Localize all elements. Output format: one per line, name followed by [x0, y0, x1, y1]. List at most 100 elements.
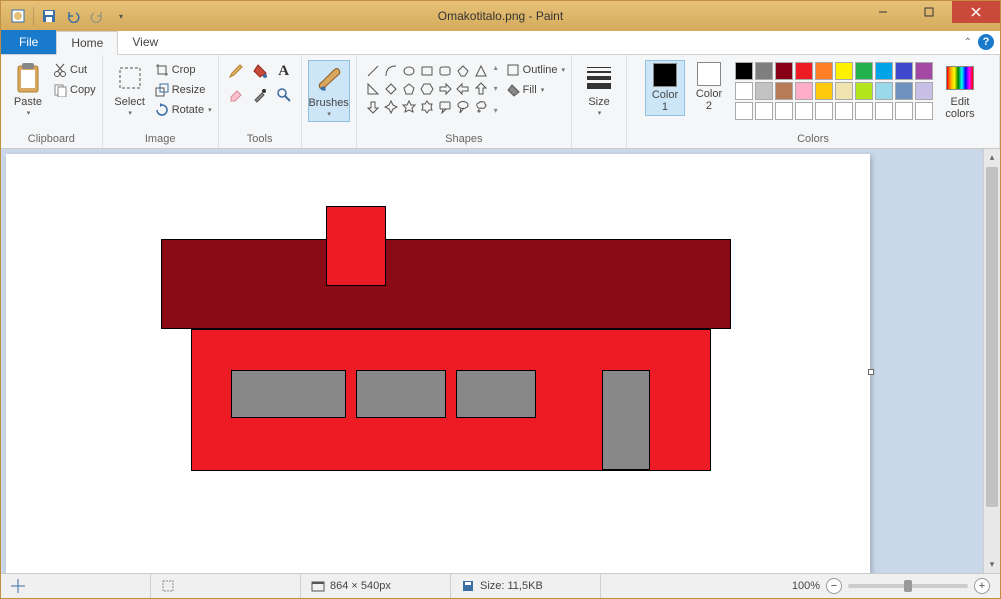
minimize-button[interactable] — [860, 1, 906, 23]
shape-arrow-up[interactable] — [473, 80, 490, 97]
cut-button[interactable]: Cut — [53, 60, 96, 80]
palette-color[interactable] — [915, 102, 933, 120]
magnifier-tool[interactable] — [273, 84, 295, 106]
undo-icon[interactable] — [62, 5, 84, 27]
crop-button[interactable]: Crop — [155, 60, 212, 80]
close-button[interactable] — [952, 1, 1000, 23]
shape-arrow-down[interactable] — [365, 98, 382, 115]
brushes-button[interactable]: Brushes▾ — [308, 60, 350, 122]
text-tool[interactable]: A — [273, 60, 295, 82]
palette-color[interactable] — [835, 62, 853, 80]
scroll-down-icon[interactable]: ▾ — [984, 556, 1000, 573]
redo-icon[interactable] — [86, 5, 108, 27]
palette-color[interactable] — [735, 62, 753, 80]
color2-button[interactable]: Color 2 — [689, 60, 729, 114]
palette-color[interactable] — [775, 62, 793, 80]
pencil-tool[interactable] — [225, 60, 247, 82]
zoom-slider[interactable] — [848, 584, 968, 588]
palette-color[interactable] — [755, 102, 773, 120]
palette-color[interactable] — [895, 102, 913, 120]
help-icon[interactable]: ? — [978, 34, 994, 50]
eraser-tool[interactable] — [225, 84, 247, 106]
palette-color[interactable] — [735, 102, 753, 120]
file-tab[interactable]: File — [1, 30, 56, 54]
ribbon-tabs: File Home View ⌃ ? — [1, 31, 1000, 55]
zoom-out-button[interactable]: − — [826, 578, 842, 594]
shape-pentagon[interactable] — [401, 80, 418, 97]
palette-color[interactable] — [895, 82, 913, 100]
color-picker-tool[interactable] — [249, 84, 271, 106]
shape-callout-cloud[interactable] — [473, 98, 490, 115]
shapes-scroll-down[interactable]: ▾ — [494, 84, 498, 93]
shapes-expand[interactable]: ▾ — [494, 106, 498, 115]
palette-color[interactable] — [855, 102, 873, 120]
palette-color[interactable] — [855, 82, 873, 100]
shape-right-triangle[interactable] — [365, 80, 382, 97]
palette-color[interactable] — [835, 102, 853, 120]
palette-color[interactable] — [815, 102, 833, 120]
canvas-handle-right[interactable] — [868, 369, 874, 375]
select-label: Select — [114, 96, 145, 108]
palette-color[interactable] — [795, 102, 813, 120]
shape-callout-rect[interactable] — [437, 98, 454, 115]
shape-diamond[interactable] — [383, 80, 400, 97]
group-brushes: Brushes▾ — [302, 55, 357, 148]
palette-color[interactable] — [775, 82, 793, 100]
palette-color[interactable] — [735, 82, 753, 100]
vertical-scrollbar[interactable]: ▴ ▾ — [983, 149, 1000, 573]
palette-color[interactable] — [835, 82, 853, 100]
shape-triangle[interactable] — [473, 62, 490, 79]
fill-tool[interactable] — [249, 60, 271, 82]
shape-oval[interactable] — [401, 62, 418, 79]
shape-hexagon[interactable] — [419, 80, 436, 97]
shape-curve[interactable] — [383, 62, 400, 79]
palette-color[interactable] — [895, 62, 913, 80]
shape-rect[interactable] — [419, 62, 436, 79]
maximize-button[interactable] — [906, 1, 952, 23]
shape-5star[interactable] — [401, 98, 418, 115]
palette-color[interactable] — [915, 82, 933, 100]
qat-customize-icon[interactable]: ▾ — [110, 5, 132, 27]
palette-color[interactable] — [795, 62, 813, 80]
view-tab[interactable]: View — [118, 30, 172, 54]
shape-line[interactable] — [365, 62, 382, 79]
edit-colors-button[interactable]: Edit colors — [939, 60, 981, 122]
palette-color[interactable] — [795, 82, 813, 100]
canvas-area: ▴ ▾ — [1, 149, 1000, 573]
shape-4star[interactable] — [383, 98, 400, 115]
shape-callout-oval[interactable] — [455, 98, 472, 115]
palette-color[interactable] — [875, 62, 893, 80]
outline-button[interactable]: Outline ▾ — [506, 60, 565, 80]
scroll-thumb[interactable] — [986, 167, 998, 507]
rotate-button[interactable]: Rotate ▾ — [155, 100, 212, 120]
scroll-up-icon[interactable]: ▴ — [984, 149, 1000, 166]
home-tab[interactable]: Home — [56, 31, 118, 55]
shapes-gallery[interactable] — [363, 60, 492, 117]
shape-6star[interactable] — [419, 98, 436, 115]
palette-color[interactable] — [875, 82, 893, 100]
palette-color[interactable] — [755, 62, 773, 80]
canvas[interactable] — [6, 154, 870, 573]
save-icon[interactable] — [38, 5, 60, 27]
select-button[interactable]: Select▾ — [109, 60, 151, 120]
size-button[interactable]: Size▾ — [578, 60, 620, 120]
fill-button[interactable]: Fill ▾ — [506, 80, 565, 100]
resize-button[interactable]: Resize — [155, 80, 212, 100]
palette-color[interactable] — [815, 62, 833, 80]
zoom-in-button[interactable]: + — [974, 578, 990, 594]
shape-roundrect[interactable] — [437, 62, 454, 79]
minimize-ribbon-icon[interactable]: ⌃ — [964, 37, 972, 48]
palette-color[interactable] — [815, 82, 833, 100]
palette-color[interactable] — [755, 82, 773, 100]
shape-arrow-left[interactable] — [455, 80, 472, 97]
palette-color[interactable] — [915, 62, 933, 80]
shape-arrow-right[interactable] — [437, 80, 454, 97]
palette-color[interactable] — [855, 62, 873, 80]
copy-button[interactable]: Copy — [53, 80, 96, 100]
paste-button[interactable]: Paste▾ — [7, 60, 49, 120]
color1-button[interactable]: Color 1 — [645, 60, 685, 116]
palette-color[interactable] — [775, 102, 793, 120]
shapes-scroll-up[interactable]: ▴ — [494, 63, 498, 72]
palette-color[interactable] — [875, 102, 893, 120]
shape-polygon[interactable] — [455, 62, 472, 79]
